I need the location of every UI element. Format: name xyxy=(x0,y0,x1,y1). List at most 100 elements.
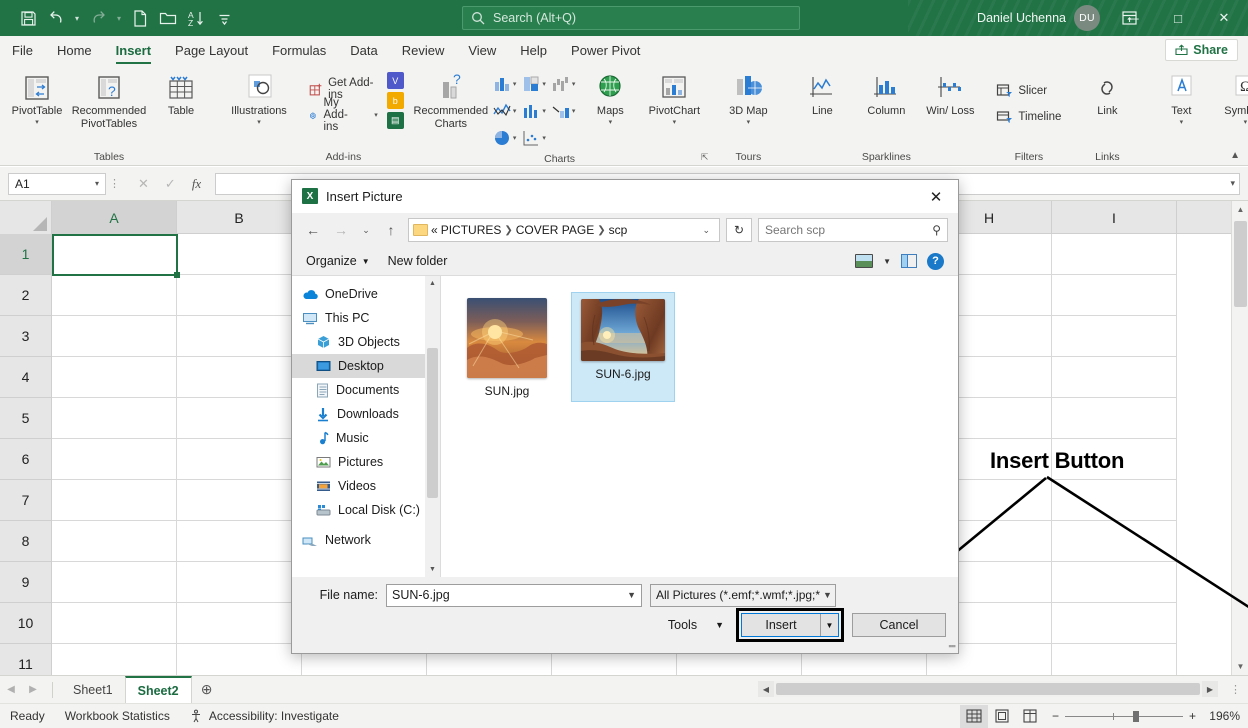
3d-map-button[interactable]: 3D Map ▾ xyxy=(717,67,779,126)
nav-item-documents[interactable]: Documents xyxy=(292,378,440,402)
row-header-2[interactable]: 2 xyxy=(0,275,52,316)
my-addins-button[interactable]: My Add-ins ▾ xyxy=(306,103,381,127)
breadcrumb-item-pictures[interactable]: PICTURES xyxy=(441,223,502,237)
collapse-ribbon-icon[interactable]: ▲ xyxy=(1230,150,1240,161)
bing-addin-icon[interactable]: b xyxy=(387,92,404,109)
people-graph-addin-icon[interactable]: ▤ xyxy=(387,112,404,129)
view-options-dropdown-icon[interactable]: ▼ xyxy=(883,257,891,266)
minimize-button[interactable]: ─ xyxy=(1112,0,1156,36)
breadcrumb-dropdown-icon[interactable]: ⌄ xyxy=(697,225,715,236)
file-type-dropdown-icon[interactable]: ▼ xyxy=(820,590,832,600)
nav-item-pictures[interactable]: Pictures xyxy=(292,450,440,474)
search-box[interactable]: Search (Alt+Q) xyxy=(462,6,800,30)
cell-I10[interactable] xyxy=(1052,603,1177,644)
cell-B8[interactable] xyxy=(177,521,302,562)
timeline-button[interactable]: Timeline xyxy=(993,105,1064,129)
dialog-resize-grip[interactable]: ▪▪▪ xyxy=(948,641,955,651)
tab-data[interactable]: Data xyxy=(338,38,389,64)
tab-page-layout[interactable]: Page Layout xyxy=(163,38,260,64)
breadcrumb-overflow[interactable]: « xyxy=(431,223,438,237)
bar-chart-button[interactable]: ▾ xyxy=(519,98,548,124)
row-header-10[interactable]: 10 xyxy=(0,603,52,644)
cell-A2[interactable] xyxy=(52,275,177,316)
sparkline-winloss-button[interactable]: Win/ Loss xyxy=(919,67,981,118)
breadcrumb-item-cover-page[interactable]: COVER PAGE xyxy=(516,223,594,237)
symbols-dropdown-icon[interactable]: ▾ xyxy=(1244,120,1248,126)
text-button[interactable]: Text ▾ xyxy=(1150,67,1212,126)
pivottable-dropdown-icon[interactable]: ▾ xyxy=(35,120,39,126)
insert-dropdown-icon[interactable]: ▼ xyxy=(820,614,838,636)
nav-item-desktop[interactable]: Desktop xyxy=(292,354,440,378)
dialog-close-button[interactable]: ✕ xyxy=(914,180,958,213)
tab-review[interactable]: Review xyxy=(390,38,457,64)
tools-dropdown-icon[interactable]: ▼ xyxy=(715,620,724,630)
tab-home[interactable]: Home xyxy=(45,38,104,64)
redo-icon[interactable] xyxy=(84,5,112,31)
nav-scroll-thumb[interactable] xyxy=(427,348,438,498)
breadcrumb-separator-1[interactable]: ❯ xyxy=(504,225,512,236)
text-dropdown-icon[interactable]: ▾ xyxy=(1180,120,1184,126)
cell-A8[interactable] xyxy=(52,521,177,562)
file-item-sun-6[interactable]: SUN-6.jpg xyxy=(571,292,675,402)
line-chart-dropdown-icon[interactable]: ▾ xyxy=(513,107,517,115)
pivotchart-button[interactable]: PivotChart ▾ xyxy=(643,67,705,126)
add-sheet-icon[interactable]: ⊕ xyxy=(192,681,222,698)
account-area[interactable]: Daniel Uchenna DU xyxy=(977,0,1100,36)
sort-az-icon[interactable]: AZ xyxy=(182,5,210,31)
recommended-pivottables-button[interactable]: ? Recommended PivotTables xyxy=(70,67,148,130)
column-header-I[interactable]: I xyxy=(1052,201,1177,234)
nav-item-videos[interactable]: Videos xyxy=(292,474,440,498)
avatar[interactable]: DU xyxy=(1074,5,1100,31)
breadcrumb[interactable]: « PICTURES ❯ COVER PAGE ❯ scp ⌄ xyxy=(408,218,720,242)
view-options-icon[interactable] xyxy=(855,254,873,268)
cell-I8[interactable] xyxy=(1052,521,1177,562)
scatter-chart-dropdown-icon[interactable]: ▾ xyxy=(542,134,546,142)
undo-dropdown-icon[interactable]: ▾ xyxy=(70,5,84,31)
cell-A3[interactable] xyxy=(52,316,177,357)
zoom-out-button[interactable]: − xyxy=(1052,709,1059,723)
breadcrumb-item-scp[interactable]: scp xyxy=(609,223,628,237)
vertical-scroll-thumb[interactable] xyxy=(1234,221,1247,307)
recent-locations-icon[interactable]: ⌄ xyxy=(358,219,374,241)
horizontal-scrollbar[interactable]: ◀ ▶ xyxy=(758,681,1218,697)
refresh-button[interactable]: ↻ xyxy=(726,218,752,242)
cell-I3[interactable] xyxy=(1052,316,1177,357)
status-workbook-statistics[interactable]: Workbook Statistics xyxy=(55,709,180,723)
column-header-A[interactable]: A xyxy=(52,201,177,234)
waterfall-chart-button[interactable]: ▾ xyxy=(549,71,578,97)
share-button[interactable]: Share xyxy=(1165,39,1238,61)
save-icon[interactable] xyxy=(14,5,42,31)
zoom-thumb[interactable] xyxy=(1133,711,1139,722)
undo-icon[interactable] xyxy=(42,5,70,31)
slicer-button[interactable]: Slicer xyxy=(993,79,1050,103)
nav-item-downloads[interactable]: Downloads xyxy=(292,402,440,426)
row-header-8[interactable]: 8 xyxy=(0,521,52,562)
cell-B9[interactable] xyxy=(177,562,302,603)
forward-button[interactable]: → xyxy=(330,219,352,241)
customize-qat-icon[interactable] xyxy=(210,5,238,31)
maps-button[interactable]: Maps ▾ xyxy=(579,67,641,126)
redo-dropdown-icon[interactable]: ▾ xyxy=(112,5,126,31)
combo-chart-dropdown-icon[interactable]: ▾ xyxy=(572,107,576,115)
cell-A4[interactable] xyxy=(52,357,177,398)
close-button[interactable]: ✕ xyxy=(1200,0,1248,36)
nav-item-local-disk-c[interactable]: Local Disk (C:) xyxy=(292,498,440,522)
cell-I1[interactable] xyxy=(1052,234,1177,275)
row-header-3[interactable]: 3 xyxy=(0,316,52,357)
row-header-9[interactable]: 9 xyxy=(0,562,52,603)
dialog-search-input[interactable]: Search scp ⚲ xyxy=(758,218,948,242)
cell-B11[interactable] xyxy=(177,644,302,675)
normal-view-icon[interactable] xyxy=(960,705,988,728)
cell-I2[interactable] xyxy=(1052,275,1177,316)
row-header-1[interactable]: 1 xyxy=(0,234,52,275)
row-header-6[interactable]: 6 xyxy=(0,439,52,480)
scroll-down-icon[interactable]: ▼ xyxy=(1232,658,1248,675)
cancel-button[interactable]: Cancel xyxy=(852,613,946,637)
file-item-sun[interactable]: SUN.jpg xyxy=(455,292,559,402)
cancel-formula-icon[interactable]: ✕ xyxy=(138,176,149,192)
sparkline-line-button[interactable]: Line xyxy=(791,67,853,118)
3d-map-dropdown-icon[interactable]: ▾ xyxy=(747,120,751,126)
help-icon[interactable]: ? xyxy=(927,253,944,270)
row-header-7[interactable]: 7 xyxy=(0,480,52,521)
cell-I4[interactable] xyxy=(1052,357,1177,398)
